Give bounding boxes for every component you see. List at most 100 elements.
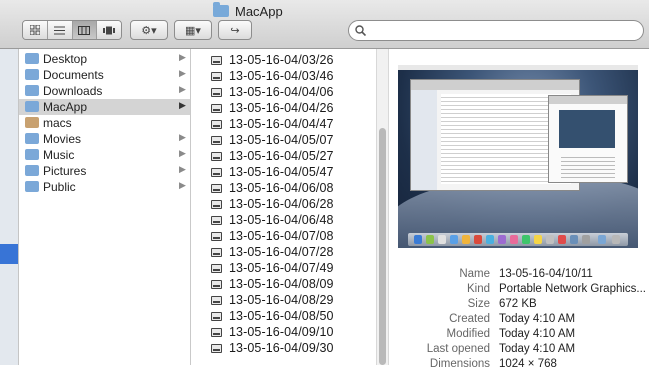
folder-label: macs xyxy=(43,116,72,130)
file-name: 13-05-16-04/07/28 xyxy=(229,245,334,259)
file-name: 13-05-16-04/07/49 xyxy=(229,261,334,275)
search-field[interactable] xyxy=(348,20,644,41)
file-name: 13-05-16-04/06/08 xyxy=(229,181,334,195)
file-row[interactable]: 13-05-16-04/03/26 xyxy=(191,53,376,69)
file-row[interactable]: 13-05-16-04/09/30 xyxy=(191,341,376,357)
file-name: 13-05-16-04/06/48 xyxy=(229,213,334,227)
list-view-icon xyxy=(54,26,66,34)
file-row[interactable]: 13-05-16-04/05/07 xyxy=(191,133,376,149)
folder-row-documents[interactable]: Documents ▶ xyxy=(19,67,190,83)
folder-row-downloads[interactable]: Downloads ▶ xyxy=(19,83,190,99)
dock-app-icon xyxy=(414,235,422,244)
file-row[interactable]: 13-05-16-04/09/10 xyxy=(191,325,376,341)
info-key: Created xyxy=(449,313,490,325)
folder-icon xyxy=(25,133,39,144)
file-name: 13-05-16-04/05/27 xyxy=(229,149,334,163)
screenshot-dock xyxy=(408,233,628,246)
folder-icon xyxy=(213,2,229,17)
share-icon: ↪ xyxy=(230,24,240,37)
folder-icon xyxy=(25,165,39,176)
home-folder-column: Desktop ▶ Documents ▶ Downloads ▶ MacApp… xyxy=(19,49,191,365)
sidebar-selection-marker xyxy=(0,244,18,264)
file-name: 13-05-16-04/04/26 xyxy=(229,101,334,115)
image-file-icon xyxy=(211,88,222,97)
info-row-dimensions: Dimensions 1024 × 768 xyxy=(398,358,638,373)
file-list-column: 13-05-16-04/03/26 13-05-16-04/03/46 13-0… xyxy=(191,49,376,365)
file-row[interactable]: 13-05-16-04/04/26 xyxy=(191,101,376,117)
folder-row-movies[interactable]: Movies ▶ xyxy=(19,131,190,147)
search-icon xyxy=(355,25,366,36)
folder-row-macapp[interactable]: MacApp ▶ xyxy=(19,99,190,115)
file-name: 13-05-16-04/07/08 xyxy=(229,229,334,243)
file-row[interactable]: 13-05-16-04/05/27 xyxy=(191,149,376,165)
file-row[interactable]: 13-05-16-04/08/50 xyxy=(191,309,376,325)
disclosure-arrow-icon: ▶ xyxy=(179,180,186,190)
folder-label: Desktop xyxy=(43,52,88,66)
view-switcher xyxy=(22,20,122,40)
scrollbar-thumb[interactable] xyxy=(379,128,386,365)
folder-row-public[interactable]: Public ▶ xyxy=(19,179,190,195)
dock-app-icon xyxy=(486,235,494,244)
image-file-icon xyxy=(211,152,222,161)
file-row[interactable]: 13-05-16-04/08/29 xyxy=(191,293,376,309)
dock-app-icon xyxy=(612,235,620,244)
folder-row-desktop[interactable]: Desktop ▶ xyxy=(19,51,190,67)
list-view-button[interactable] xyxy=(47,21,73,39)
info-key: Last opened xyxy=(426,343,490,355)
folder-label: Music xyxy=(43,148,75,162)
info-value: Portable Network Graphics... xyxy=(499,283,647,295)
file-row[interactable]: 13-05-16-04/06/48 xyxy=(191,213,376,229)
arrange-button[interactable]: ▦▾ xyxy=(174,20,212,40)
file-row[interactable]: 13-05-16-04/07/49 xyxy=(191,261,376,277)
folder-icon xyxy=(25,149,39,160)
folder-label: Documents xyxy=(43,68,104,82)
dock-app-icon xyxy=(570,235,578,244)
file-row[interactable]: 13-05-16-04/07/08 xyxy=(191,229,376,245)
share-button[interactable]: ↪ xyxy=(218,20,252,40)
info-value: 13-05-16-04/10/11 xyxy=(499,268,593,280)
info-key: Kind xyxy=(466,283,490,295)
image-file-icon xyxy=(211,216,222,225)
file-row[interactable]: 13-05-16-04/03/46 xyxy=(191,69,376,85)
file-row[interactable]: 13-05-16-04/05/47 xyxy=(191,165,376,181)
search-input[interactable] xyxy=(369,23,633,39)
folder-row-music[interactable]: Music ▶ xyxy=(19,147,190,163)
image-file-icon xyxy=(211,184,222,193)
info-row-modified: Modified Today 4:10 AM xyxy=(398,328,638,343)
info-value: Today 4:10 AM xyxy=(499,313,576,325)
info-key: Dimensions xyxy=(429,358,490,370)
image-file-icon xyxy=(211,120,222,129)
dock-app-icon xyxy=(450,235,458,244)
info-row-created: Created Today 4:10 AM xyxy=(398,313,638,328)
file-row[interactable]: 13-05-16-04/04/47 xyxy=(191,117,376,133)
cover-flow-button[interactable] xyxy=(97,21,121,39)
preview-thumbnail xyxy=(398,65,638,248)
dock-app-icon xyxy=(438,235,446,244)
folder-row-macs[interactable]: macs xyxy=(19,115,190,131)
action-button[interactable]: ⚙▾ xyxy=(130,20,168,40)
dock-app-icon xyxy=(522,235,530,244)
folder-icon xyxy=(25,69,39,80)
file-row[interactable]: 13-05-16-04/06/08 xyxy=(191,181,376,197)
image-file-icon xyxy=(211,280,222,289)
file-row[interactable]: 13-05-16-04/08/09 xyxy=(191,277,376,293)
file-row[interactable]: 13-05-16-04/06/28 xyxy=(191,197,376,213)
folder-icon xyxy=(25,101,39,112)
folder-label: Movies xyxy=(43,132,82,146)
dock-app-icon xyxy=(558,235,566,244)
file-name: 13-05-16-04/04/47 xyxy=(229,117,334,131)
icon-view-button[interactable] xyxy=(23,21,48,39)
dock-app-icon xyxy=(498,235,506,244)
file-row[interactable]: 13-05-16-04/07/28 xyxy=(191,245,376,261)
info-key: Name xyxy=(459,268,490,280)
icon-view-icon xyxy=(29,25,40,35)
disclosure-arrow-icon: ▶ xyxy=(179,52,186,62)
info-value: 1024 × 768 xyxy=(499,358,557,370)
file-row[interactable]: 13-05-16-04/04/06 xyxy=(191,85,376,101)
dock-app-icon xyxy=(510,235,518,244)
column-view-button[interactable] xyxy=(72,21,98,39)
image-file-icon xyxy=(211,312,222,321)
folder-row-pictures[interactable]: Pictures ▶ xyxy=(19,163,190,179)
folder-icon xyxy=(25,85,39,96)
dock-app-icon xyxy=(582,235,590,244)
